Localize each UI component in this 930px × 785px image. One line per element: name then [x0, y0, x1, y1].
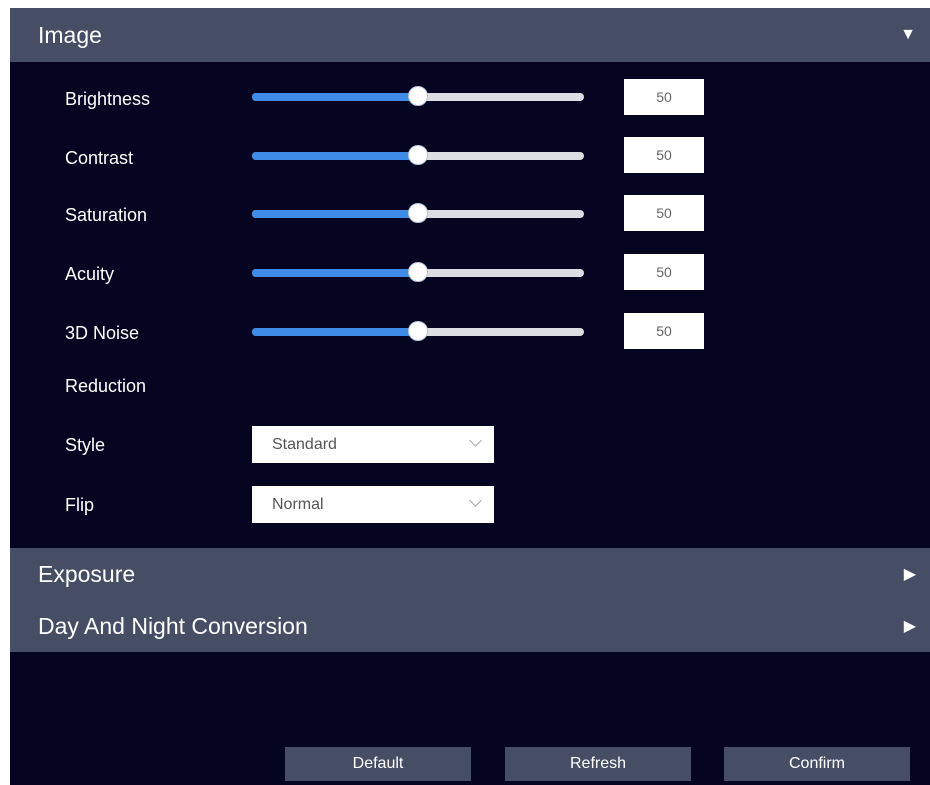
brightness-slider-fill [252, 93, 418, 101]
noise-label: 3D Noise [65, 323, 140, 343]
contrast-slider-fill [252, 152, 418, 160]
flip-label: Flip [65, 495, 95, 515]
style-select-value: Standard [272, 435, 337, 453]
saturation-slider[interactable] [252, 203, 584, 223]
noise-reduction-slider-handle[interactable] [408, 321, 428, 341]
contrast-label: Contrast [65, 148, 134, 168]
noise-reduction-value-field[interactable]: 50 [624, 313, 704, 349]
chevron-down-icon [469, 434, 482, 447]
image-section-title: Image [38, 21, 102, 48]
confirm-button[interactable]: Confirm [724, 747, 910, 781]
brightness-label: Brightness [65, 89, 151, 109]
settings-panel: Image ▼ Brightness 50 Contrast 50 Satura… [10, 8, 930, 785]
brightness-slider[interactable] [252, 86, 584, 106]
acuity-value-field[interactable]: 50 [624, 254, 704, 290]
acuity-slider-handle[interactable] [408, 262, 428, 282]
saturation-label: Saturation [65, 205, 148, 225]
contrast-slider-handle[interactable] [408, 145, 428, 165]
noise-reduction-slider[interactable] [252, 321, 584, 341]
chevron-down-icon [469, 494, 482, 507]
acuity-label: Acuity [65, 264, 115, 284]
triangle-right-icon[interactable]: ▶ [904, 564, 916, 584]
flip-select-value: Normal [272, 495, 324, 513]
day-night-section-header[interactable]: Day And Night Conversion ▶ [10, 600, 930, 652]
saturation-slider-handle[interactable] [408, 203, 428, 223]
image-section-header[interactable]: Image ▼ [10, 8, 930, 62]
refresh-button[interactable]: Refresh [505, 747, 691, 781]
brightness-value-field[interactable]: 50 [624, 79, 704, 115]
contrast-value-field[interactable]: 50 [624, 137, 704, 173]
contrast-slider[interactable] [252, 145, 584, 165]
exposure-section-title: Exposure [38, 560, 136, 587]
noise-reduction-slider-fill [252, 328, 418, 336]
reduction-label: Reduction [65, 376, 147, 396]
default-button[interactable]: Default [285, 747, 471, 781]
exposure-section-header[interactable]: Exposure ▶ [10, 548, 930, 600]
saturation-slider-fill [252, 210, 418, 218]
triangle-down-icon[interactable]: ▼ [900, 26, 916, 44]
brightness-slider-handle[interactable] [408, 86, 428, 106]
acuity-slider[interactable] [252, 262, 584, 282]
triangle-right-icon[interactable]: ▶ [904, 616, 916, 636]
style-label: Style [65, 435, 106, 455]
acuity-slider-fill [252, 269, 418, 277]
saturation-value-field[interactable]: 50 [624, 195, 704, 231]
day-night-section-title: Day And Night Conversion [38, 612, 308, 639]
flip-select[interactable]: Normal [252, 486, 494, 523]
style-select[interactable]: Standard [252, 426, 494, 463]
